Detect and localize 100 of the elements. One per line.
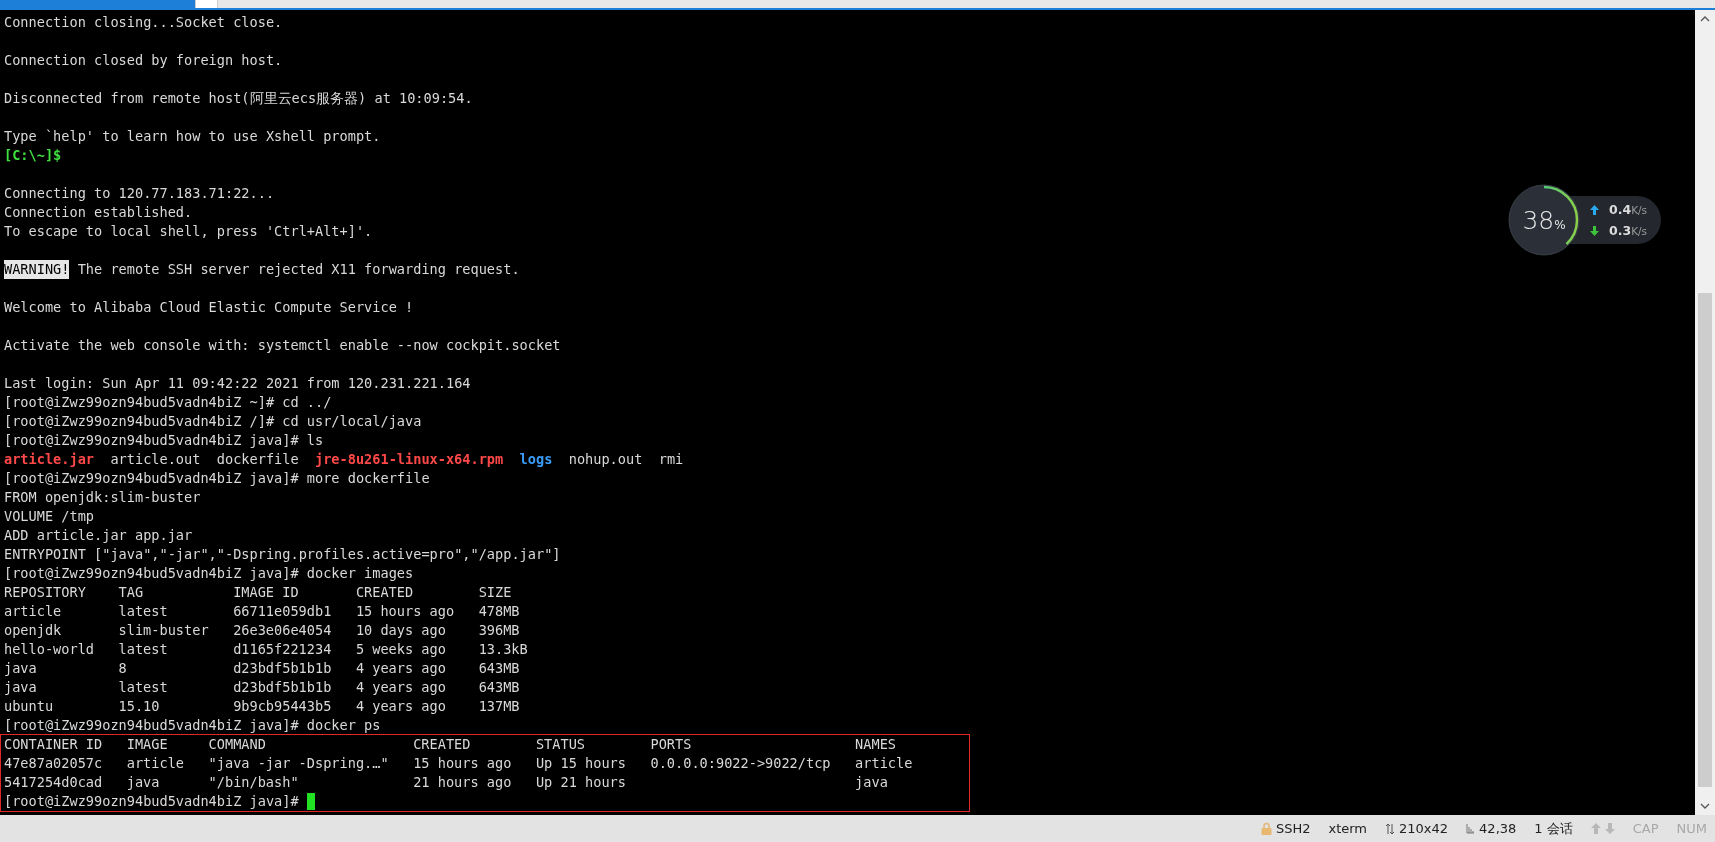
session-count: 1 会话 <box>1534 819 1573 838</box>
prompt-text: [root@iZwz99ozn94bud5vadn4biZ java]# <box>4 564 299 583</box>
terminal-line: ENTRYPOINT ["java","-jar","-Dspring.profiles.active=pro","/app.jar"] <box>4 545 561 564</box>
column-header: PORTS <box>650 736 692 752</box>
terminal-line: Connecting to 120.77.183.71:22... <box>4 184 275 203</box>
scrollbar[interactable] <box>1695 10 1715 815</box>
load-value: 38 <box>1522 205 1555 235</box>
column-header: IMAGE <box>126 736 168 752</box>
table-cell: d23bdf5b1b1b <box>233 660 332 676</box>
table-cell: ubuntu <box>4 698 54 714</box>
table-cell: 4 years ago <box>355 698 446 714</box>
column-header: CREATED <box>355 584 414 600</box>
up-arrow-icon <box>1590 823 1601 834</box>
table-cell: 5417254d0cad <box>4 774 103 790</box>
terminal-line: The remote SSH server rejected X11 forwarding request. <box>77 260 520 279</box>
terminal-line: Last login: Sun Apr 11 09:42:22 2021 from 120.231.221.164 <box>4 374 471 393</box>
load-unit: % <box>1554 218 1566 232</box>
down-arrow-icon <box>1604 823 1615 834</box>
scroll-down-icon[interactable] <box>1700 803 1710 809</box>
table-cell: java <box>855 774 888 790</box>
column-header: TAG <box>118 584 144 600</box>
table-cell: latest <box>118 679 168 695</box>
prompt-text: [C:\~]$ <box>4 146 62 165</box>
table-cell: 396MB <box>478 622 520 638</box>
table-cell: 15 hours ago <box>355 603 455 619</box>
command-text: cd usr/local/java <box>282 412 422 431</box>
table-cell: 47e87a02057c <box>4 755 103 771</box>
table-cell: "/bin/bash" <box>208 774 299 790</box>
table-cell: 643MB <box>478 660 520 676</box>
terminal-line: Connection closing...Socket close. <box>4 13 283 32</box>
terminal-type: xterm <box>1328 821 1368 836</box>
column-header: COMMAND <box>208 736 266 752</box>
table-cell: 15.10 <box>118 698 160 714</box>
protocol-label: SSH2 <box>1275 821 1311 836</box>
prompt-text: [root@iZwz99ozn94bud5vadn4biZ /]# <box>4 412 275 431</box>
column-header: SIZE <box>478 584 512 600</box>
warning-badge: WARNING! <box>4 260 70 279</box>
column-header: STATUS <box>535 736 586 752</box>
table-cell: 4 years ago <box>355 679 446 695</box>
column-header: NAMES <box>855 736 896 752</box>
speed-unit: K/s <box>1631 225 1648 237</box>
table-cell: d1165f221234 <box>233 641 332 657</box>
grid-icon <box>1466 823 1476 834</box>
terminal-line: To escape to local shell, press 'Ctrl+Alt+]'. <box>4 222 373 241</box>
file-name: jre-8u261-linux-x64.rpm <box>315 450 504 469</box>
caps-indicator: CAP <box>1632 821 1659 836</box>
table-cell: article <box>126 755 185 771</box>
file-name: rmi <box>658 450 684 469</box>
table-cell: Up 21 hours <box>535 774 626 790</box>
terminal-line: ADD article.jar app.jar <box>4 526 193 545</box>
table-cell: Up 15 hours <box>535 755 626 771</box>
table-cell: java <box>4 660 37 676</box>
terminal-line: Activate the web console with: systemctl enable --now cockpit.socket <box>4 336 561 355</box>
table-cell: 478MB <box>478 603 520 619</box>
terminal-line: Disconnected from remote host(阿里云ecs服务器) at 10:09:54. <box>4 89 473 108</box>
terminal-line: Connection established. <box>4 203 193 222</box>
terminal-size: 210x42 <box>1399 821 1449 836</box>
prompt-text: [root@iZwz99ozn94bud5vadn4biZ ~]# <box>4 393 275 412</box>
down-arrow-icon <box>1590 225 1599 236</box>
command-text: docker images <box>306 564 414 583</box>
num-indicator: NUM <box>1676 821 1707 836</box>
download-speed: 0.3 <box>1609 223 1632 238</box>
command-text: ls <box>306 431 324 450</box>
prompt-text: [root@iZwz99ozn94bud5vadn4biZ java]# <box>4 469 299 488</box>
table-cell: 5 weeks ago <box>355 641 446 657</box>
lock-icon <box>1260 822 1272 835</box>
file-name: logs <box>519 450 553 469</box>
terminal-line: Welcome to Alibaba Cloud Elastic Compute Service ! <box>4 298 414 317</box>
table-cell: 9b9cb95443b5 <box>233 698 332 714</box>
table-cell: latest <box>118 603 168 619</box>
table-cell: hello-world <box>4 641 95 657</box>
up-arrow-icon <box>1590 204 1599 215</box>
table-cell: 643MB <box>478 679 520 695</box>
command-text: docker ps <box>306 716 381 735</box>
table-cell: 10 days ago <box>355 622 446 638</box>
table-cell: 26e3e06e4054 <box>233 622 332 638</box>
table-cell: 15 hours ago <box>413 755 512 771</box>
table-cell: "java -jar -Dspring.…" <box>208 755 389 771</box>
scroll-thumb[interactable] <box>1698 293 1712 787</box>
table-cell: d23bdf5b1b1b <box>233 679 332 695</box>
file-name: dockerfile <box>216 450 299 469</box>
table-cell: openjdk <box>4 622 62 638</box>
file-name: nohup.out <box>568 450 643 469</box>
file-name: article.out <box>110 450 201 469</box>
table-cell: 13.3kB <box>478 641 528 657</box>
column-header: CONTAINER ID <box>4 736 103 752</box>
file-name: article.jar <box>4 450 95 469</box>
upload-speed: 0.4 <box>1609 202 1632 217</box>
table-cell: java <box>126 774 160 790</box>
table-cell: 21 hours ago <box>413 774 512 790</box>
terminal-line: VOLUME /tmp <box>4 507 95 526</box>
column-header: CREATED <box>413 736 471 752</box>
resize-icon <box>1385 822 1396 835</box>
prompt-text: [root@iZwz99ozn94bud5vadn4biZ java]# <box>4 431 299 450</box>
table-cell: 66711e059db1 <box>233 603 332 619</box>
table-cell: article <box>4 603 62 619</box>
command-text: more dockerfile <box>306 469 430 488</box>
scroll-up-icon[interactable] <box>1700 16 1710 22</box>
table-cell: article <box>855 755 913 771</box>
prompt-text: [root@iZwz99ozn94bud5vadn4biZ java]# <box>4 792 299 811</box>
